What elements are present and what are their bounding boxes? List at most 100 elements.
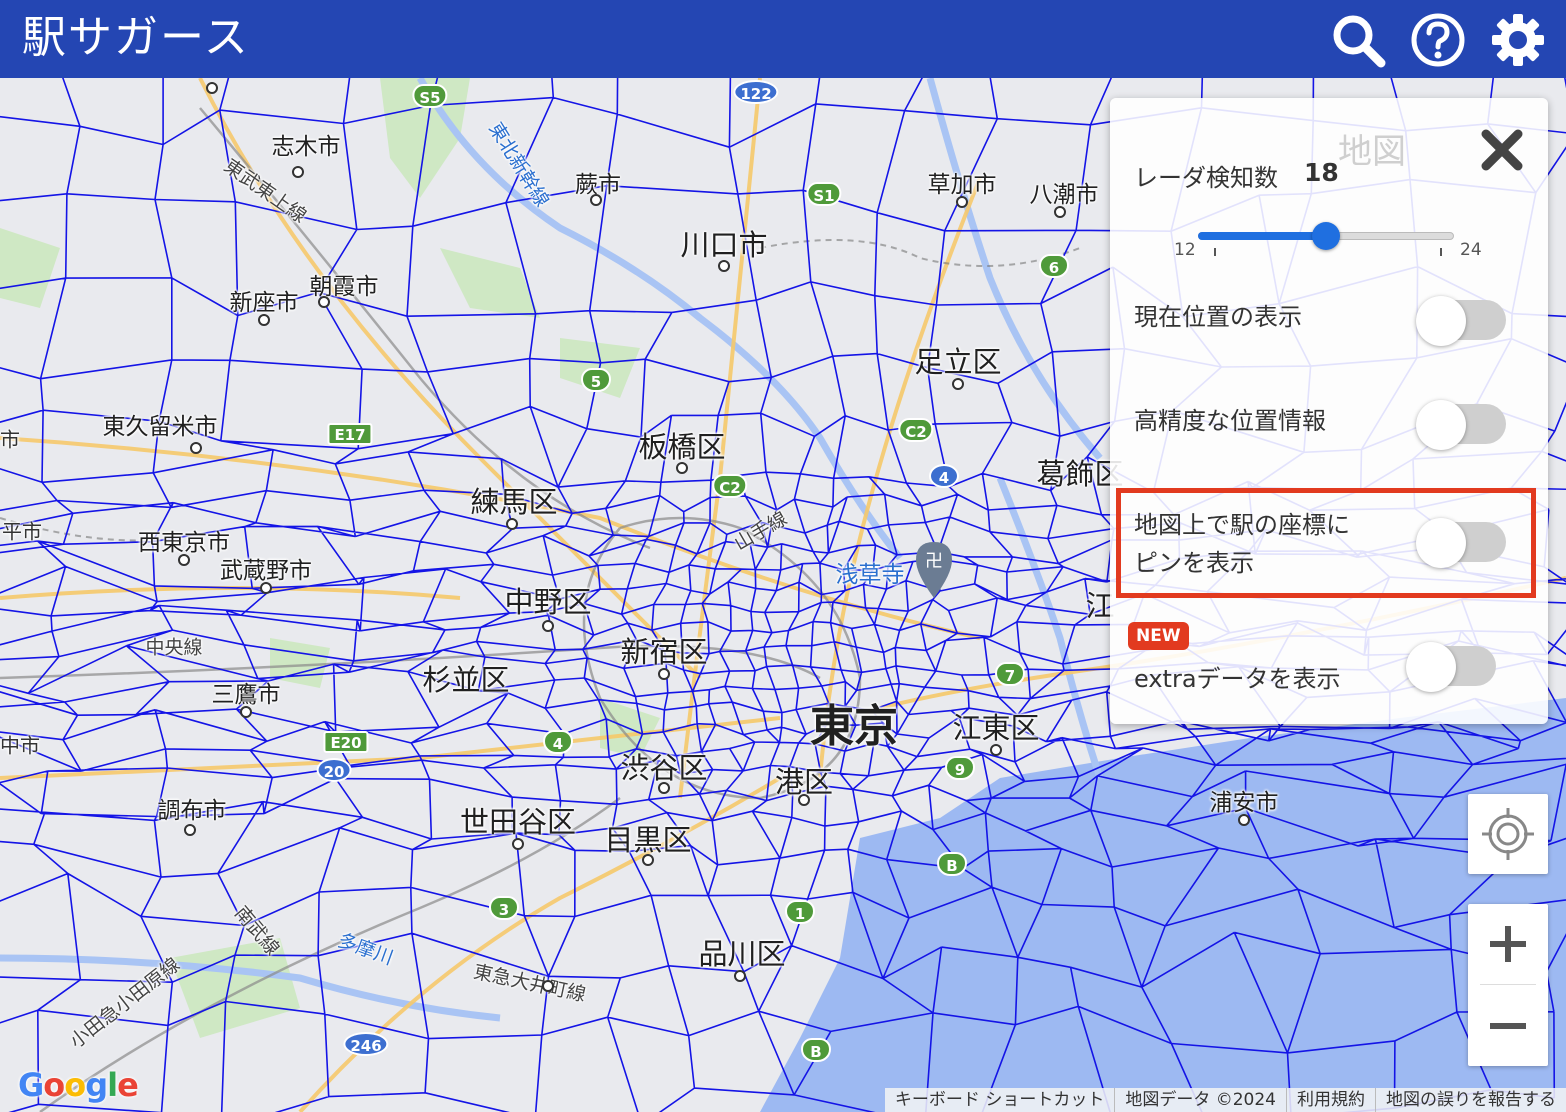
label-meguro: 目黒区	[604, 823, 692, 857]
label-setagaya: 世田谷区	[459, 805, 577, 839]
label-tokyo: 東京	[810, 701, 898, 752]
slider-min-label: 12	[1174, 240, 1196, 260]
label-shinjuku: 新宿区	[620, 635, 708, 669]
crosshair-icon	[1482, 808, 1534, 860]
google-logo: Google	[18, 1066, 139, 1104]
settings-button[interactable]	[1488, 10, 1548, 70]
zoom-in-button[interactable]	[1468, 904, 1548, 984]
station-pin-label-line1: 地図上で駅の座標に	[1134, 511, 1350, 539]
city-dot	[642, 854, 654, 866]
close-icon[interactable]	[1480, 128, 1524, 172]
label-naka-partial: 中市	[0, 733, 40, 758]
zoom-out-button[interactable]	[1468, 986, 1548, 1066]
app-root: 駅サガース 川口市 足立区 板橋区 練馬区 葛飾区 中野区 新宿区 杉並区 東京…	[0, 0, 1566, 1112]
city-dot	[956, 196, 968, 208]
city-dot	[1054, 206, 1066, 218]
city-dot	[206, 82, 218, 94]
road-shield: 3	[489, 896, 519, 920]
radar-count-label: レーダ検知数	[1134, 164, 1278, 192]
label-niiza: 新座市	[229, 290, 299, 316]
minus-icon	[1490, 1023, 1526, 1029]
road-shield: 1	[785, 900, 815, 924]
road-shield: 7	[995, 662, 1025, 686]
label-mitaka: 三鷹市	[211, 682, 281, 708]
city-dot	[676, 462, 688, 474]
city-dot	[990, 744, 1002, 756]
map-type-faded-label: 地図	[1338, 132, 1406, 172]
zoom-separator	[1480, 984, 1536, 985]
label-shibuya: 渋谷区	[620, 751, 708, 785]
label-suginami: 杉並区	[422, 663, 510, 697]
label-asakusa: 浅草寺	[835, 562, 905, 588]
city-dot	[590, 194, 602, 206]
label-asaka: 朝霞市	[309, 274, 379, 300]
toggle-knob	[1416, 296, 1466, 346]
city-dot	[292, 166, 304, 178]
radar-count-value: 18	[1304, 158, 1339, 187]
app-title: 駅サガース	[22, 12, 250, 63]
station-pin-label-line2: ピンを表示	[1134, 549, 1254, 577]
label-nerima: 練馬区	[470, 485, 558, 519]
extra-data-toggle[interactable]	[1406, 642, 1496, 692]
new-badge: NEW	[1128, 622, 1189, 650]
city-dot	[190, 442, 202, 454]
label-nishitokyo: 西東京市	[138, 530, 230, 556]
city-dot	[240, 706, 252, 718]
road-shield: E17	[327, 423, 373, 445]
slider-fill	[1198, 232, 1326, 240]
label-adachi: 足立区	[914, 345, 1002, 379]
map-data-text: 地図データ ©2024	[1114, 1088, 1286, 1112]
search-button[interactable]	[1328, 10, 1388, 70]
road-shield: B	[937, 852, 967, 876]
asakusa-temple-pin-icon[interactable]: 卍	[912, 540, 956, 600]
settings-panel: 地図 レーダ検知数 18 12 24 現在位置の表示 高精度な位置情報 地図上で…	[1110, 98, 1548, 724]
report-error-link[interactable]: 地図の誤りを報告する	[1375, 1088, 1566, 1112]
label-higashikurume: 東久留米市	[102, 414, 218, 440]
city-dot	[258, 314, 270, 326]
label-shi-partial: 市	[0, 427, 20, 452]
city-dot	[542, 620, 554, 632]
city-dot	[184, 824, 196, 836]
road-shield: 20	[316, 758, 352, 782]
label-itabashi: 板橋区	[638, 430, 726, 464]
slider-thumb[interactable]	[1312, 222, 1340, 250]
my-location-button[interactable]	[1468, 794, 1548, 874]
show-current-location-toggle[interactable]	[1416, 296, 1506, 346]
label-hira-partial: 平市	[2, 519, 42, 544]
map-attribution: キーボード ショートカット 地図データ ©2024 利用規約 地図の誤りを報告す…	[884, 1088, 1566, 1112]
label-kawaguchi: 川口市	[680, 228, 768, 262]
road-shield: 246	[343, 1032, 389, 1056]
road-shield: 6	[1039, 254, 1069, 278]
label-shiki: 志木市	[271, 134, 341, 160]
city-dot	[318, 296, 330, 308]
slider-tick	[1214, 248, 1216, 256]
city-dot	[178, 554, 190, 566]
road-shield: 9	[945, 756, 975, 780]
high-accuracy-toggle[interactable]	[1416, 400, 1506, 450]
help-button[interactable]	[1408, 10, 1468, 70]
zoom-control	[1468, 904, 1548, 1066]
label-chuo: 中央線	[145, 636, 203, 659]
toggle-knob	[1406, 642, 1456, 692]
radar-count-slider[interactable]	[1198, 222, 1454, 250]
label-nakano: 中野区	[504, 585, 592, 619]
city-dot	[798, 794, 810, 806]
label-chofu: 調布市	[157, 798, 227, 824]
station-pin-toggle[interactable]	[1416, 518, 1506, 568]
label-shinagawa: 品川区	[698, 937, 786, 971]
road-shield: B	[801, 1038, 831, 1062]
road-shield: 4	[543, 730, 573, 754]
road-shield: C2	[898, 418, 934, 442]
help-icon	[1411, 13, 1465, 67]
search-icon	[1333, 15, 1386, 68]
keyboard-shortcuts-link[interactable]: キーボード ショートカット	[885, 1088, 1114, 1112]
city-dot	[718, 260, 730, 272]
road-shield: E20	[323, 731, 369, 753]
header-bar: 駅サガース	[0, 0, 1566, 78]
svg-text:卍: 卍	[925, 551, 943, 572]
road-shield: 4	[929, 464, 959, 488]
terms-link[interactable]: 利用規約	[1286, 1088, 1375, 1112]
road-shield: S1	[806, 182, 842, 206]
city-dot	[506, 518, 518, 530]
road-shield: 5	[581, 368, 611, 392]
